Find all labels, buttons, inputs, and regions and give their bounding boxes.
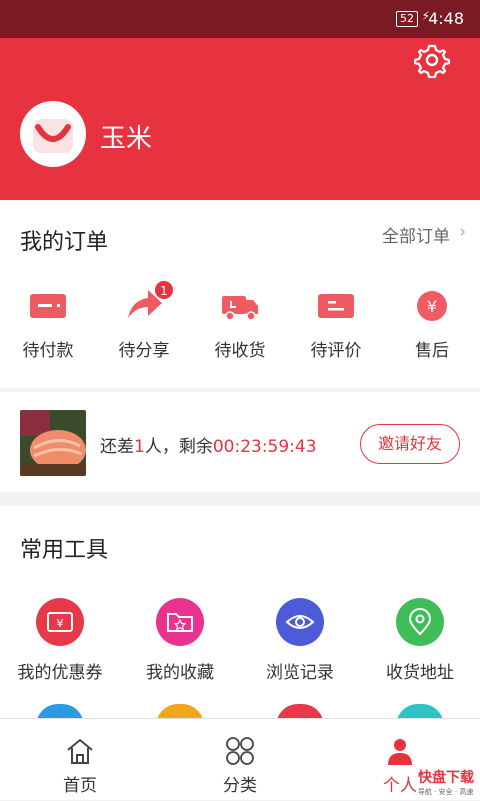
coupon-icon: ¥: [36, 598, 84, 646]
order-item-label: 待评价: [310, 341, 362, 361]
order-after-sales[interactable]: ¥ 售后: [384, 286, 480, 361]
tool-label: 浏览记录: [266, 663, 334, 683]
location-pin-icon: [396, 598, 444, 646]
svg-text:¥: ¥: [57, 617, 64, 630]
tool-label: 我的优惠券: [17, 663, 103, 683]
person-icon: [388, 739, 412, 765]
yen-icon: ¥: [417, 291, 447, 321]
group-buy-status: 还差1人，剩余00:23:59:43: [100, 432, 317, 457]
tab-home[interactable]: 首页: [0, 719, 160, 801]
share-icon-wrap: 1: [124, 280, 174, 326]
product-thumbnail[interactable]: [20, 410, 86, 476]
order-pending-delivery[interactable]: 待收货: [192, 286, 288, 361]
order-pending-share[interactable]: 1 待分享: [96, 280, 192, 361]
group-buy-card: 还差1人，剩余00:23:59:43 邀请好友: [0, 392, 480, 492]
favorite-folder-icon: [156, 598, 204, 646]
watermark-sub: 导航 · 安全 · 高速: [418, 788, 474, 796]
profile-header: 玉米: [0, 38, 480, 200]
tool-history[interactable]: 浏览记录: [240, 598, 360, 683]
order-pending-review[interactable]: 待评价: [288, 286, 384, 361]
settings-gear-icon[interactable]: [414, 42, 450, 78]
truck-icon: [222, 296, 258, 321]
product-image: [20, 410, 86, 476]
wallet-icon: [30, 294, 66, 318]
group-text-prefix: 还差: [100, 437, 134, 457]
invite-friends-button[interactable]: 邀请好友: [360, 424, 460, 464]
svg-text:¥: ¥: [427, 297, 437, 316]
status-bar: 52 ⚡ 4:48: [0, 0, 480, 38]
order-item-label: 售后: [415, 341, 449, 361]
tab-label: 分类: [223, 776, 257, 796]
tab-label: 首页: [63, 776, 97, 796]
people-needed: 1: [134, 437, 145, 457]
battery-indicator: 52: [396, 11, 418, 27]
comment-icon: [318, 294, 354, 318]
order-item-label: 待收货: [214, 341, 266, 361]
avatar[interactable]: [20, 101, 86, 167]
watermark-brand: 快盘下载: [418, 770, 474, 786]
all-orders-link[interactable]: 全部订单 ›: [382, 222, 466, 247]
order-item-label: 待付款: [22, 341, 74, 361]
chevron-right-icon: ›: [459, 222, 466, 242]
tab-category[interactable]: 分类: [160, 719, 320, 801]
my-orders-section: 我的订单 全部订单 › 待付款 1 待分享 待收货 待评价 ¥ 售后: [0, 200, 480, 388]
eye-icon: [276, 598, 324, 646]
smile-logo-icon: [33, 119, 73, 153]
order-pending-payment[interactable]: 待付款: [0, 286, 96, 361]
bottom-tab-bar: 首页 分类 个人 快盘下载 导航 · 安全 · 高速: [0, 718, 480, 800]
status-time: 4:48: [428, 9, 464, 28]
common-tools-section: 常用工具 ¥ 我的优惠券 我的收藏 浏览记录 收货地址: [0, 506, 480, 726]
notification-badge: 1: [154, 280, 174, 300]
tool-coupons[interactable]: ¥ 我的优惠券: [0, 598, 120, 683]
watermark-logo: 快盘下载 导航 · 安全 · 高速: [418, 767, 474, 797]
group-text-middle: 人，剩余: [144, 437, 213, 457]
orders-title: 我的订单: [20, 230, 109, 255]
tool-label: 收货地址: [386, 663, 454, 683]
tool-address[interactable]: 收货地址: [360, 598, 480, 683]
tool-label: 我的收藏: [146, 663, 214, 683]
category-grid-icon: [226, 737, 254, 765]
username[interactable]: 玉米: [100, 118, 152, 155]
order-item-label: 待分享: [118, 341, 170, 361]
all-orders-label: 全部订单: [382, 227, 450, 247]
tools-title: 常用工具: [20, 538, 109, 563]
home-icon: [67, 738, 93, 764]
countdown-timer: 00:23:59:43: [212, 437, 317, 457]
tool-favorites[interactable]: 我的收藏: [120, 598, 240, 683]
